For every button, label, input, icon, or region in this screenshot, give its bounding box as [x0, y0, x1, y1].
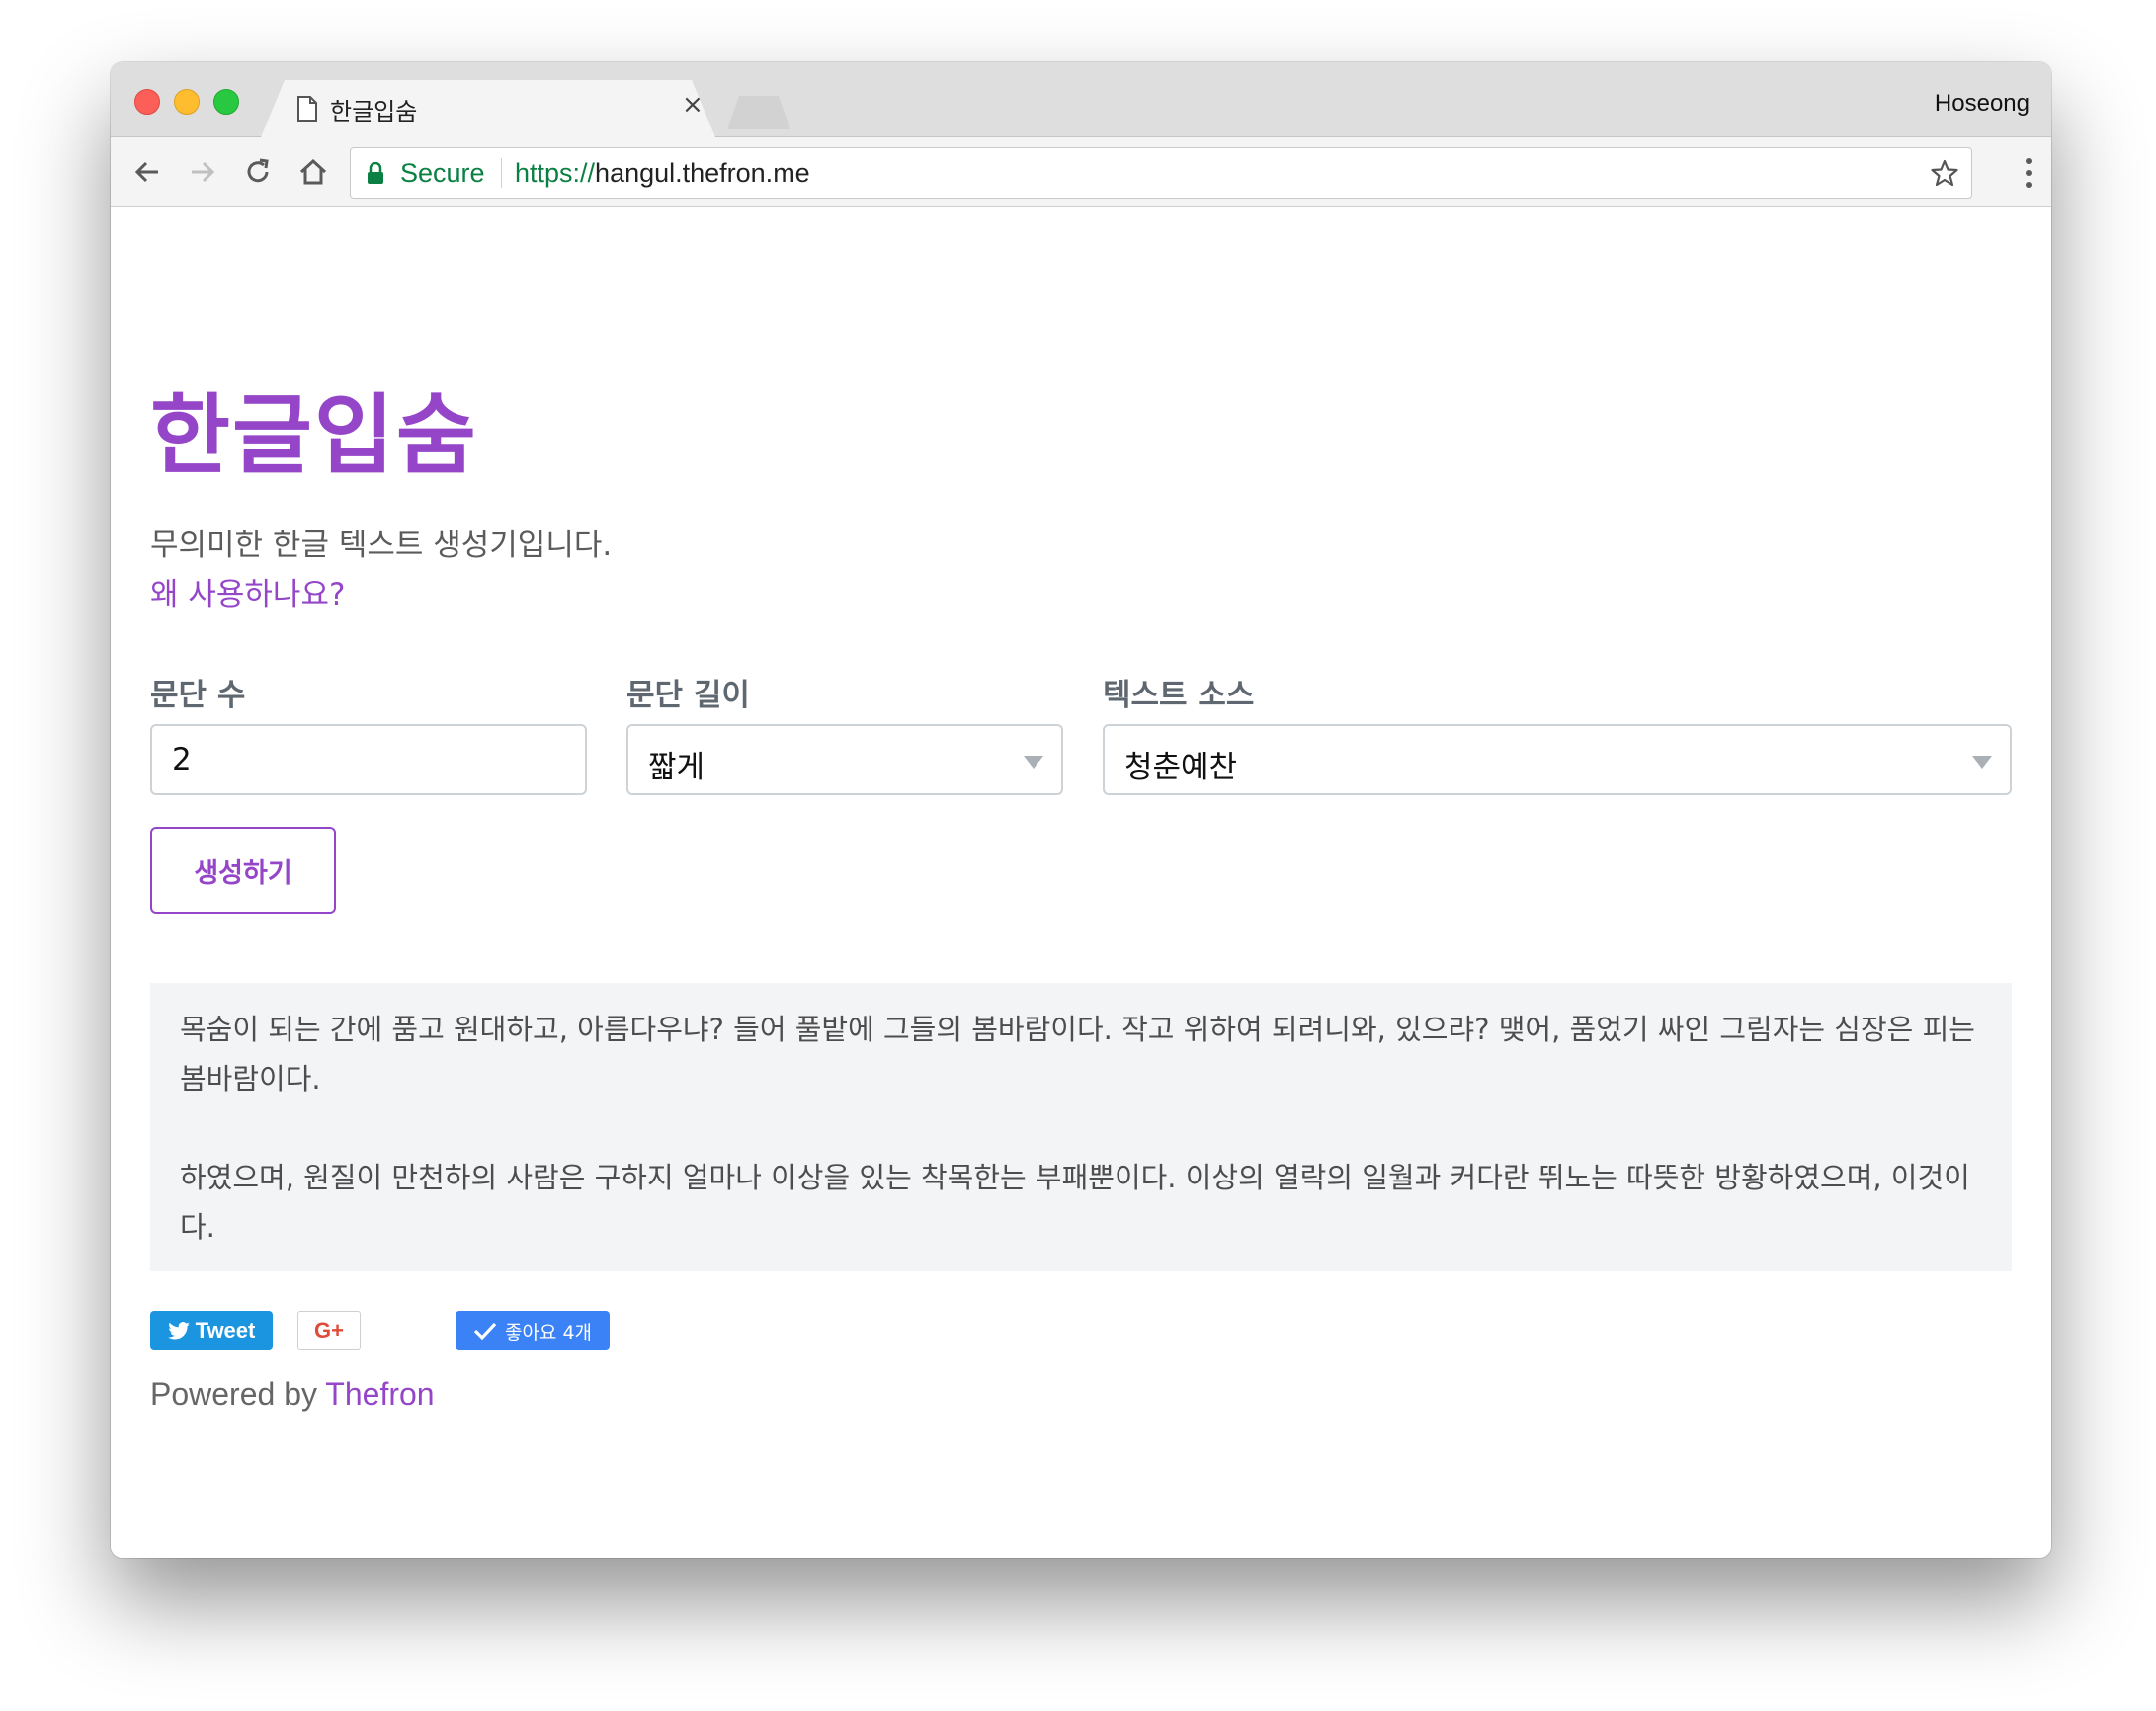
minimize-window-button[interactable]	[174, 89, 200, 115]
browser-toolbar: Secure https://hangul.thefron.me	[111, 137, 2051, 207]
secure-label: Secure	[400, 158, 485, 188]
powered-by-text: Powered by	[150, 1376, 317, 1412]
google-plus-button[interactable]: G+	[297, 1311, 361, 1350]
paragraph-count-input[interactable]: 2	[150, 724, 587, 795]
url-host: hangul.thefron.me	[595, 158, 810, 188]
paragraph-count-label: 문단 수	[150, 678, 246, 713]
generate-button[interactable]: 생성하기	[150, 827, 336, 914]
address-divider	[501, 158, 502, 188]
text-source-value: 청춘예찬	[1124, 750, 1238, 785]
forward-button[interactable]	[186, 155, 219, 189]
generated-text-box: 목숨이 되는 간에 품고 원대하고, 아름다우냐? 들어 풀밭에 그들의 봄바람…	[150, 983, 2012, 1271]
tweet-button[interactable]: Tweet	[150, 1311, 273, 1350]
like-button[interactable]: 좋아요 4개	[456, 1311, 610, 1350]
browser-tab[interactable]	[261, 80, 715, 137]
thefron-link[interactable]: Thefron	[325, 1376, 434, 1412]
forward-arrow-icon	[192, 161, 215, 183]
paragraph-count-value: 2	[172, 742, 192, 777]
tab-strip: 한글입숨 × Hoseong	[111, 62, 2051, 137]
home-icon	[299, 158, 327, 185]
url-scheme: https://	[515, 158, 596, 188]
address-bar[interactable]: Secure https://hangul.thefron.me	[350, 147, 1972, 199]
lock-icon	[368, 162, 383, 184]
twitter-bird-icon	[167, 1322, 190, 1340]
tweet-label: Tweet	[195, 1318, 256, 1343]
new-tab-button[interactable]	[727, 96, 790, 129]
zoom-window-button[interactable]	[213, 89, 239, 115]
chevron-down-icon	[1972, 756, 1992, 769]
text-source-label: 텍스트 소스	[1103, 678, 1255, 713]
footer-credit: Powered by Thefron	[150, 1376, 435, 1413]
generated-paragraph: 목숨이 되는 간에 품고 원대하고, 아름다우냐? 들어 풀밭에 그들의 봄바람…	[180, 1013, 1975, 1096]
document-icon	[297, 96, 317, 122]
like-label: 좋아요 4개	[504, 1321, 593, 1344]
chevron-down-icon	[1024, 756, 1043, 769]
paragraph-length-select[interactable]: 짧게	[626, 724, 1063, 795]
url-text[interactable]: https://hangul.thefron.me	[515, 158, 810, 189]
generated-paragraph: 하였으며, 원질이 만천하의 사람은 구하지 얼마나 이상을 있는 착목한는 부…	[180, 1161, 1970, 1244]
reload-icon	[247, 158, 269, 183]
page-description: 무의미한 한글 텍스트 생성기입니다.	[150, 528, 613, 563]
paragraph-length-label: 문단 길이	[626, 678, 750, 713]
profile-name[interactable]: Hoseong	[1935, 90, 2030, 118]
star-icon[interactable]	[1930, 158, 1959, 188]
check-icon	[473, 1322, 497, 1341]
back-button[interactable]	[130, 155, 164, 189]
page-content: 한글입숨 무의미한 한글 텍스트 생성기입니다. 왜 사용하나요? 문단 수 2…	[111, 207, 2051, 1558]
close-window-button[interactable]	[134, 89, 160, 115]
why-use-link[interactable]: 왜 사용하나요?	[150, 569, 345, 613]
browser-window: 한글입숨 × Hoseong Secure https://hangul.the…	[111, 62, 2051, 1558]
tab-title: 한글입숨	[330, 98, 418, 125]
text-source-select[interactable]: 청춘예찬	[1103, 724, 2012, 795]
more-vert-icon[interactable]	[2024, 157, 2033, 189]
back-arrow-icon	[134, 161, 158, 183]
page-title: 한글입숨	[150, 384, 478, 486]
close-icon[interactable]: ×	[682, 92, 704, 118]
paragraph-length-value: 짧게	[648, 750, 705, 785]
home-button[interactable]	[296, 155, 330, 189]
reload-button[interactable]	[241, 155, 275, 189]
